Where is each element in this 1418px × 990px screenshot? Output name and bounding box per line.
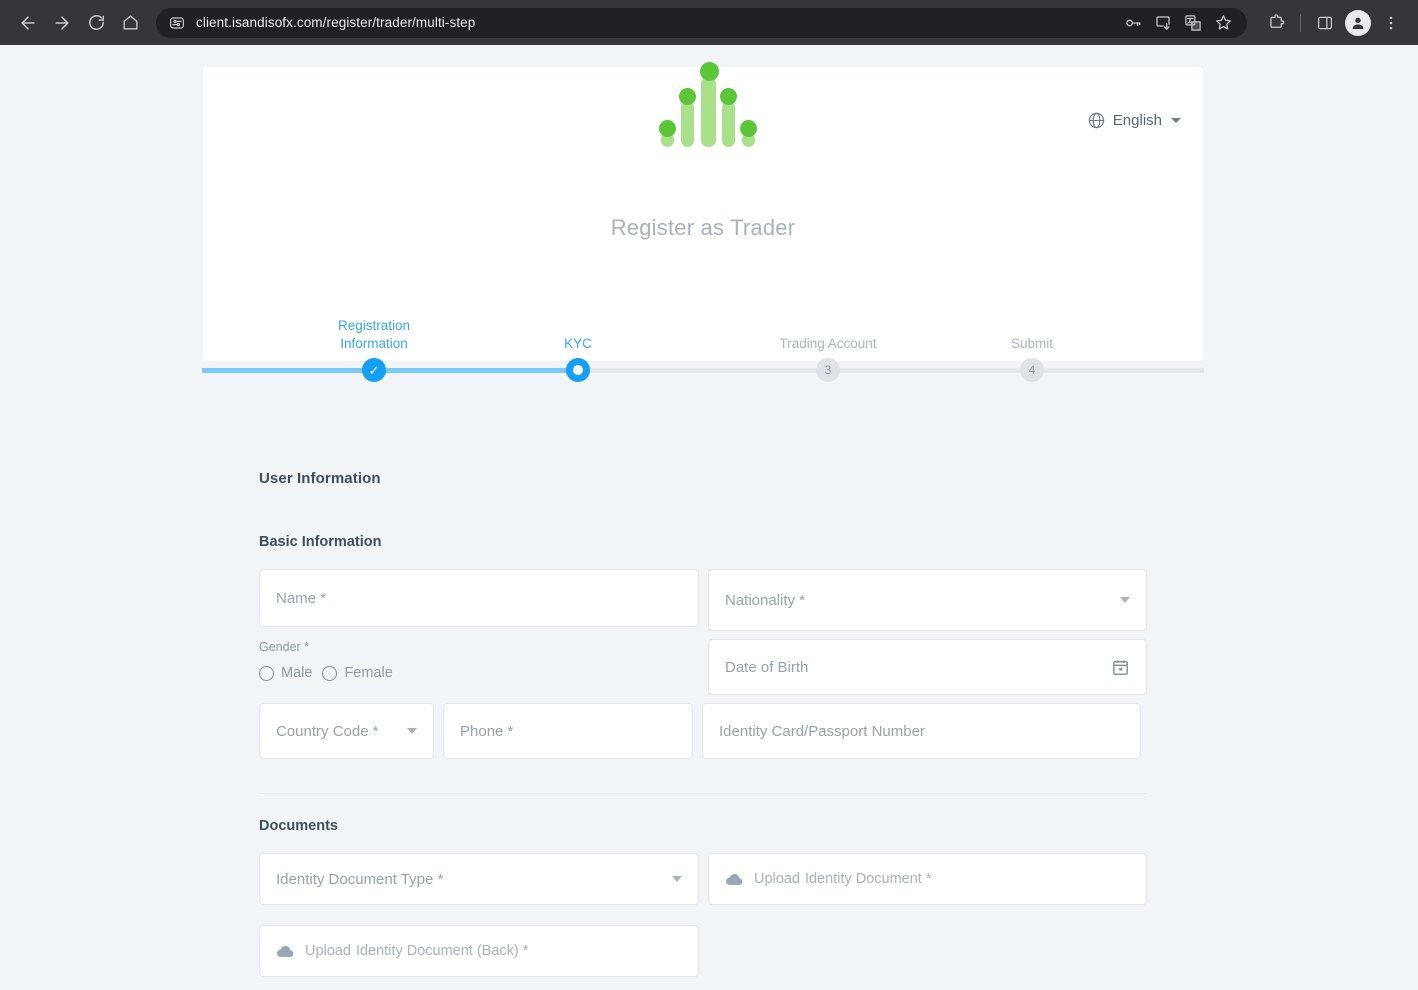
gender-option-label: Male (281, 665, 313, 681)
omnibox-actions (1119, 9, 1237, 37)
toolbar-divider (1300, 13, 1301, 32)
url-text: client.isandisofx.com/register/trader/mu… (196, 15, 476, 30)
subsection-title-documents: Documents (259, 818, 338, 834)
stepper-step-marker: 4 (1020, 358, 1044, 382)
stepper-step-trading-account[interactable]: Trading Account 3 (743, 309, 913, 382)
chrome-menu-icon[interactable] (1376, 8, 1406, 38)
extensions-icon[interactable] (1261, 8, 1291, 38)
nationality-placeholder: Nationality * (725, 591, 806, 609)
side-panel-icon[interactable] (1310, 8, 1340, 38)
stepper-step-marker: 3 (816, 358, 840, 382)
phone-input[interactable]: Phone * (443, 703, 693, 759)
check-icon: ✓ (368, 362, 380, 378)
browser-actions (1253, 8, 1406, 38)
upload-document-label: Identity Document * (804, 871, 932, 887)
identity-document-type-select[interactable]: Identity Document Type * (259, 853, 699, 905)
stepper-step-marker: ✓ (362, 358, 386, 382)
radio-circle-icon (322, 665, 338, 681)
gender-radio-group: Male Female (259, 665, 699, 681)
gender-field: Gender * Male Female (259, 627, 699, 689)
gender-radio-male[interactable]: Male (259, 665, 312, 681)
upload-front-text: Upload Identity Document * (754, 871, 932, 887)
address-bar[interactable]: client.isandisofx.com/register/trader/mu… (156, 7, 1247, 38)
cloud-upload-icon (725, 870, 744, 889)
profile-avatar[interactable] (1345, 9, 1371, 36)
page-title: Register as Trader (610, 215, 796, 240)
reload-icon[interactable] (80, 7, 112, 39)
kyc-form: User Information Basic Information Name … (259, 470, 1147, 990)
basic-left-column: Name * Gender * Male Female (259, 569, 699, 695)
identity-number-input[interactable]: Identity Card/Passport Number (702, 703, 1141, 759)
gender-label: Gender * (259, 640, 310, 654)
password-key-icon[interactable] (1119, 9, 1147, 37)
phone-row: Country Code * Phone * Identity Card/Pas… (259, 703, 1141, 759)
basic-right-column: Nationality * Date of Birth (708, 569, 1147, 695)
logo-wrap (203, 59, 1203, 199)
calendar-icon[interactable] (1111, 658, 1130, 677)
stepper-step-label: Trading Account (779, 336, 877, 351)
stepper-step-kyc[interactable]: KYC (493, 309, 663, 382)
name-placeholder: Name * (276, 589, 327, 607)
stepper-label-line2: Information (340, 336, 408, 351)
radio-circle-icon (259, 665, 274, 681)
upload-document-label: Identity Document (Back) * (355, 943, 529, 959)
name-input[interactable]: Name * (259, 569, 699, 627)
isandiso-logo (655, 59, 757, 199)
phone-placeholder: Phone * (460, 722, 514, 740)
identity-document-type-placeholder: Identity Document Type * (276, 870, 444, 888)
upload-back-text: Upload Identity Document (Back) * (305, 943, 528, 959)
section-divider (259, 793, 1147, 794)
country-code-placeholder: Country Code * (276, 722, 379, 740)
bookmark-star-icon[interactable] (1209, 9, 1237, 37)
browser-toolbar: client.isandisofx.com/register/trader/mu… (0, 0, 1418, 45)
gender-option-label: Female (344, 665, 393, 681)
section-title-user-information: User Information (259, 470, 381, 487)
page-viewport: English Register as Trader Registration … (0, 45, 1418, 990)
stepper-step-marker (566, 358, 590, 382)
forward-arrow-icon[interactable] (46, 7, 78, 39)
stepper-step-label: Submit (1010, 336, 1054, 351)
upload-action-label: Upload (305, 943, 351, 959)
cloud-upload-icon (276, 942, 295, 961)
stepper-step-submit[interactable]: Submit 4 (947, 309, 1117, 382)
upload-identity-document-front[interactable]: Upload Identity Document * (708, 853, 1147, 905)
stepper-step-label: Registration Information (289, 309, 459, 353)
site-settings-icon[interactable] (168, 14, 186, 32)
country-code-select[interactable]: Country Code * (259, 703, 434, 759)
back-arrow-icon[interactable] (12, 7, 44, 39)
translate-icon[interactable] (1179, 9, 1207, 37)
chevron-down-icon (672, 876, 682, 882)
identity-number-placeholder: Identity Card/Passport Number (719, 722, 925, 740)
documents-grid: Identity Document Type * Upload Identity … (259, 853, 1147, 977)
date-of-birth-input[interactable]: Date of Birth (708, 639, 1147, 695)
basic-information-grid: Name * Gender * Male Female Nationality … (259, 569, 1147, 759)
upload-identity-document-back[interactable]: Upload Identity Document (Back) * (259, 925, 699, 977)
stepper-step-label: KYC (564, 336, 592, 351)
home-icon[interactable] (114, 7, 146, 39)
stepper-label-line1: Registration (337, 318, 411, 333)
chevron-down-icon (407, 728, 417, 734)
install-app-icon[interactable] (1149, 9, 1177, 37)
subsection-title-basic-information: Basic Information (259, 534, 382, 550)
nationality-select[interactable]: Nationality * (708, 569, 1147, 631)
date-of-birth-placeholder: Date of Birth (725, 658, 809, 676)
chevron-down-icon (1120, 597, 1130, 603)
stepper-step-registration-information[interactable]: Registration Information ✓ (289, 309, 459, 382)
upload-action-label: Upload (754, 871, 800, 887)
gender-radio-female[interactable]: Female (322, 665, 393, 681)
registration-stepper: Registration Information ✓ KYC Trading A… (202, 309, 1204, 382)
